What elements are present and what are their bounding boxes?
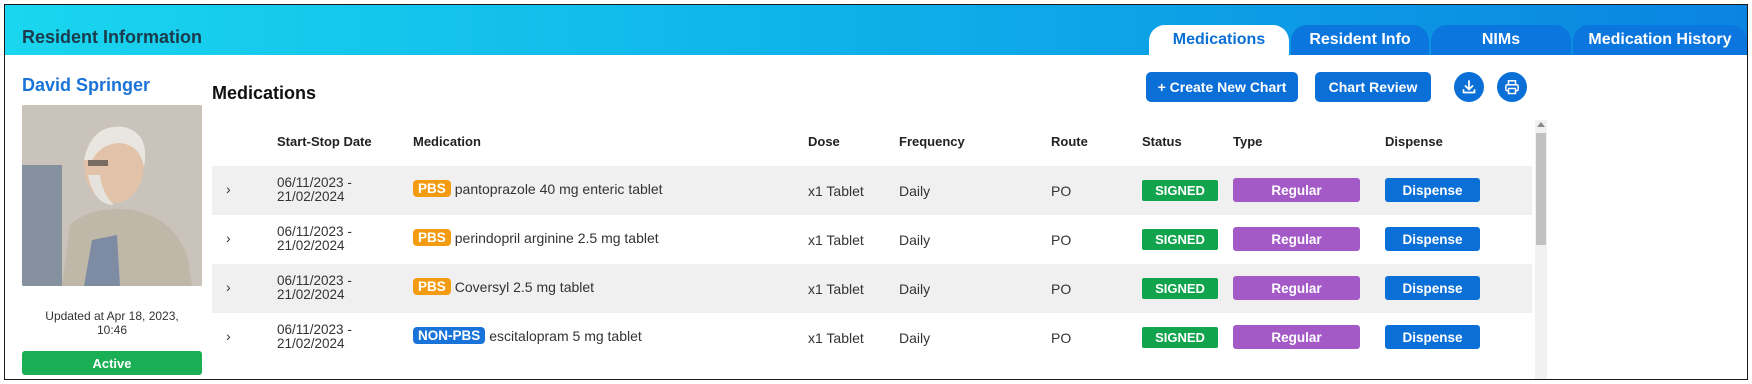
status-badge: SIGNED (1142, 229, 1218, 250)
table-row[interactable]: › 06/11/2023 - 21/02/2024 PBS pantoprazo… (212, 166, 1532, 215)
pbs-badge: PBS (413, 278, 451, 295)
section-title: Medications (212, 83, 317, 103)
table-row[interactable]: › 06/11/2023 - 21/02/2024 NON-PBS escita… (212, 313, 1532, 362)
app-frame: Resident Information Medications Residen… (4, 4, 1748, 380)
chevron-right-icon[interactable]: › (226, 181, 231, 197)
date-cell: 06/11/2023 - 21/02/2024 (277, 225, 352, 253)
header-medication[interactable]: Medication (413, 134, 481, 149)
header-route[interactable]: Route (1051, 134, 1088, 149)
start-date: 06/11/2023 - (277, 322, 352, 337)
scrollbar-thumb[interactable] (1536, 133, 1546, 245)
medication-name: perindopril arginine 2.5 mg tablet (454, 229, 659, 246)
medication-cell: PBS pantoprazole 40 mg enteric tablet (413, 180, 663, 197)
header-type[interactable]: Type (1233, 134, 1262, 149)
resident-panel: David Springer Updated at Apr 18, 2023, … (5, 55, 207, 379)
print-button[interactable] (1497, 72, 1527, 102)
download-icon (1462, 80, 1476, 94)
route-cell: PO (1051, 183, 1072, 199)
table-scrollbar[interactable] (1535, 120, 1547, 379)
chevron-right-icon[interactable]: › (226, 328, 231, 344)
type-badge: Regular (1233, 178, 1360, 202)
tab-nims[interactable]: NIMs (1431, 25, 1571, 55)
dose-cell: x1 Tablet (808, 330, 864, 346)
medication-cell: PBS perindopril arginine 2.5 mg tablet (413, 229, 659, 246)
page-title: Resident Information (22, 27, 203, 47)
stop-date: 21/02/2024 (277, 189, 345, 204)
tab-medication-history[interactable]: Medication History (1573, 25, 1747, 55)
chevron-right-icon[interactable]: › (226, 279, 231, 295)
medication-name: Coversyl 2.5 mg tablet (454, 278, 595, 295)
non-pbs-badge: NON-PBS (413, 327, 486, 344)
status-badge: Active (22, 351, 202, 375)
table-row[interactable]: › 06/11/2023 - 21/02/2024 PBS Coversyl 2… (212, 264, 1532, 313)
dose-cell: x1 Tablet (808, 232, 864, 248)
dispense-button[interactable]: Dispense (1385, 178, 1480, 202)
dispense-button[interactable]: Dispense (1385, 276, 1480, 300)
header-dispense[interactable]: Dispense (1385, 134, 1443, 149)
chevron-right-icon[interactable]: › (226, 230, 231, 246)
stop-date: 21/02/2024 (277, 238, 345, 253)
header-frequency[interactable]: Frequency (899, 134, 965, 149)
tab-medications[interactable]: Medications (1149, 25, 1289, 55)
dose-cell: x1 Tablet (808, 281, 864, 297)
scroll-up-arrow-icon[interactable] (1537, 122, 1545, 127)
table-row[interactable]: › 06/11/2023 - 21/02/2024 PBS perindopri… (212, 215, 1532, 264)
table-header: Start-Stop Date Medication Dose Frequenc… (212, 134, 1532, 154)
status-badge: SIGNED (1142, 180, 1218, 201)
header-status[interactable]: Status (1142, 134, 1182, 149)
type-badge: Regular (1233, 276, 1360, 300)
create-new-chart-button[interactable]: + Create New Chart (1146, 72, 1298, 102)
route-cell: PO (1051, 232, 1072, 248)
tab-resident-info[interactable]: Resident Info (1291, 25, 1429, 55)
route-cell: PO (1051, 330, 1072, 346)
dispense-button[interactable]: Dispense (1385, 227, 1480, 251)
start-date: 06/11/2023 - (277, 273, 352, 288)
status-badge: SIGNED (1142, 327, 1218, 348)
date-cell: 06/11/2023 - 21/02/2024 (277, 274, 352, 302)
updated-line-2: 10:46 (96, 323, 128, 337)
header-dose[interactable]: Dose (808, 134, 840, 149)
date-cell: 06/11/2023 - 21/02/2024 (277, 176, 352, 204)
stop-date: 21/02/2024 (277, 287, 345, 302)
stop-date: 21/02/2024 (277, 336, 345, 351)
medication-cell: PBS Coversyl 2.5 mg tablet (413, 278, 594, 295)
updated-timestamp: Updated at Apr 18, 2023, 10:46 (22, 309, 202, 337)
start-date: 06/11/2023 - (277, 224, 352, 239)
header-start-stop-date[interactable]: Start-Stop Date (277, 134, 372, 149)
resident-name[interactable]: David Springer (22, 75, 150, 96)
pbs-badge: PBS (413, 180, 451, 197)
download-button[interactable] (1454, 72, 1484, 102)
frequency-cell: Daily (899, 281, 931, 297)
updated-line-1: Updated at Apr 18, 2023, (45, 309, 179, 323)
frequency-cell: Daily (899, 330, 931, 346)
route-cell: PO (1051, 281, 1072, 297)
medication-name: escitalopram 5 mg tablet (489, 327, 642, 344)
dispense-button[interactable]: Dispense (1385, 325, 1480, 349)
date-cell: 06/11/2023 - 21/02/2024 (277, 323, 352, 351)
resident-photo-image (22, 105, 202, 286)
medication-name: pantoprazole 40 mg enteric tablet (454, 180, 663, 197)
frequency-cell: Daily (899, 232, 931, 248)
printer-icon (1505, 80, 1519, 95)
resident-photo (22, 105, 202, 286)
type-badge: Regular (1233, 227, 1360, 251)
start-date: 06/11/2023 - (277, 175, 352, 190)
status-badge: SIGNED (1142, 278, 1218, 299)
frequency-cell: Daily (899, 183, 931, 199)
medication-cell: NON-PBS escitalopram 5 mg tablet (413, 327, 642, 344)
chart-review-button[interactable]: Chart Review (1315, 72, 1431, 102)
tab-bar: Medications Resident Info NIMs Medicatio… (1147, 25, 1747, 55)
pbs-badge: PBS (413, 229, 451, 246)
type-badge: Regular (1233, 325, 1360, 349)
dose-cell: x1 Tablet (808, 183, 864, 199)
header-bar: Resident Information Medications Residen… (5, 5, 1747, 55)
